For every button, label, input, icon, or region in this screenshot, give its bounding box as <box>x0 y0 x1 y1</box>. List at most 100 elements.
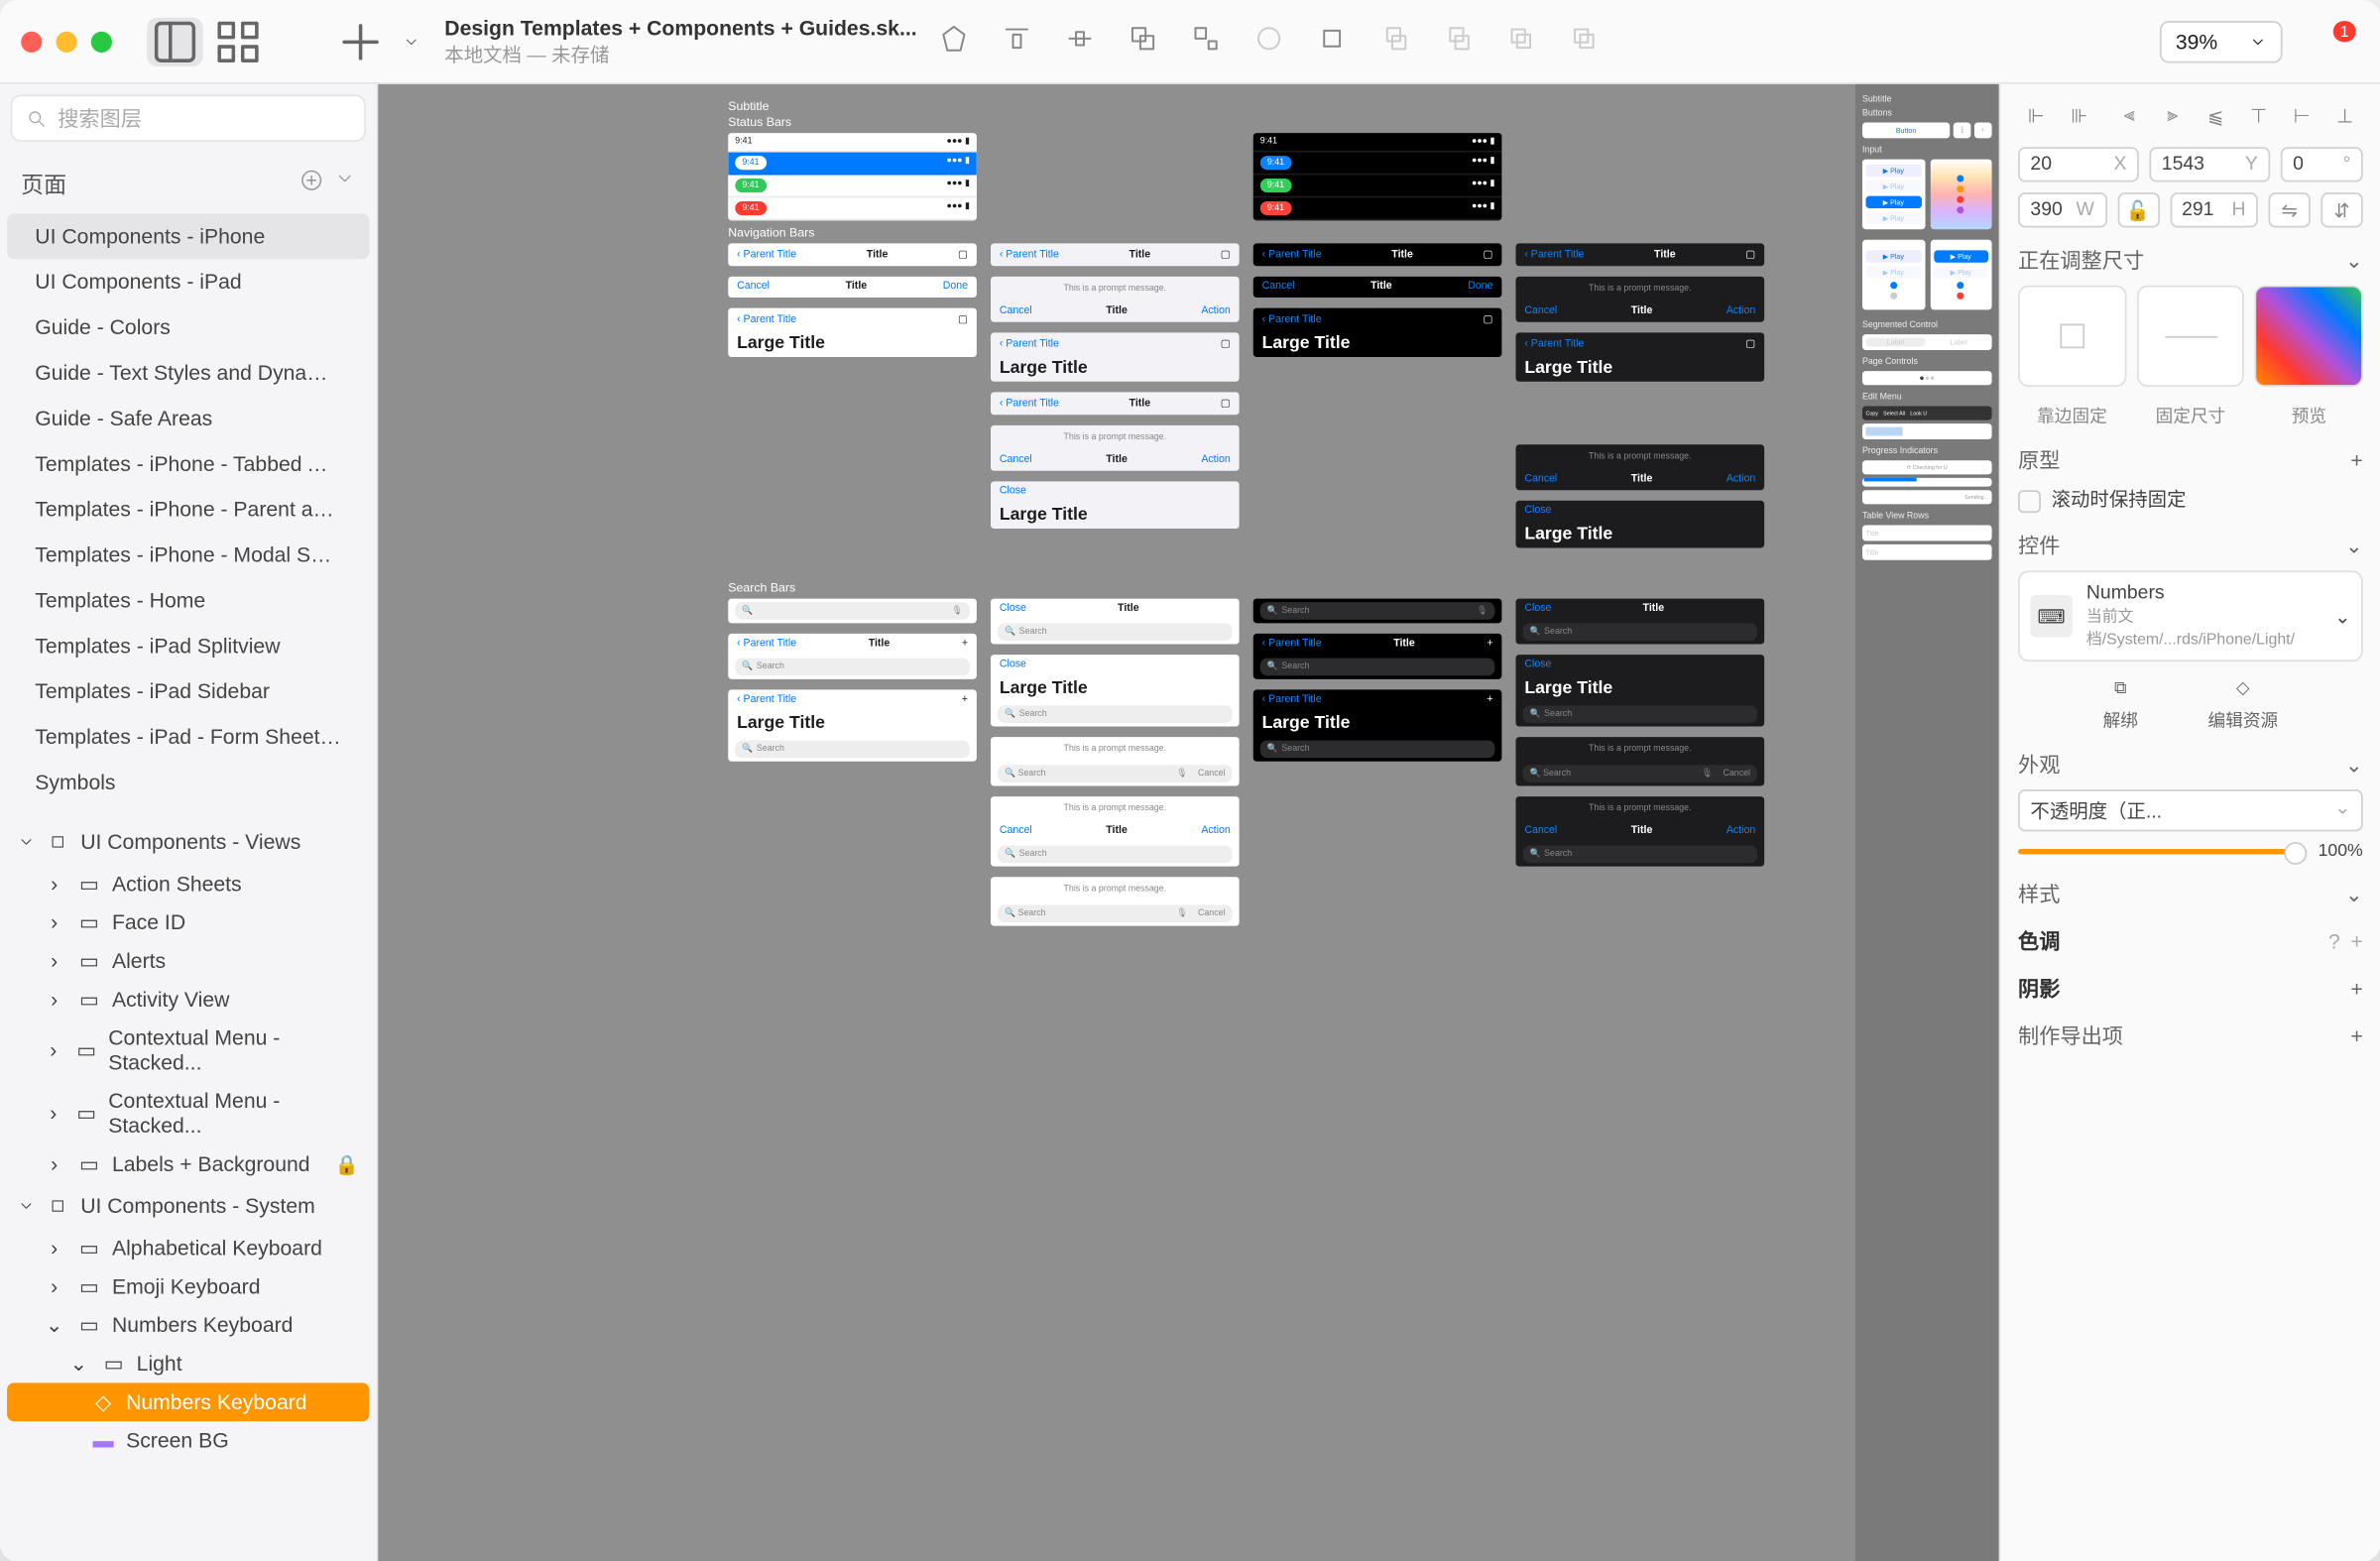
artboard-search[interactable]: This is a prompt message.CancelTitleActi… <box>991 796 1240 867</box>
align-v-mid[interactable]: ⊢ <box>2284 98 2320 133</box>
artboard-search-dark[interactable]: This is a prompt message.CancelTitleActi… <box>1515 796 1764 867</box>
chevron-down-icon[interactable]: ⌄ <box>2345 882 2363 906</box>
ungroup-icon[interactable] <box>1190 23 1222 60</box>
w-field[interactable]: 390W <box>2018 192 2106 227</box>
artboard-search[interactable]: This is a prompt message.🔍 Search🎙Cancel <box>991 737 1240 785</box>
add-page-button[interactable] <box>299 168 324 197</box>
artboard-nav[interactable]: CancelTitleDone <box>728 277 977 298</box>
artboard-nav[interactable]: ‹ Parent Title▢Large Title <box>991 332 1240 381</box>
add-button[interactable]: + <box>2350 976 2362 1001</box>
distribute-top-icon[interactable] <box>1001 23 1032 60</box>
layer-search[interactable]: 搜索图层 <box>11 94 366 142</box>
artboard-nav[interactable]: ‹ Parent TitleTitle▢ <box>728 243 977 266</box>
artboard-search-dark[interactable]: This is a prompt message.🔍 Search🎙Cancel <box>1515 737 1764 785</box>
bring-forward-icon[interactable] <box>1379 23 1411 60</box>
chevron-down-icon[interactable]: ⌄ <box>2345 533 2363 557</box>
crop-dropdown-icon[interactable] <box>1316 23 1348 60</box>
layer-group-views[interactable]: UI Components - Views <box>0 819 376 865</box>
artboard-nav[interactable]: ‹ Parent TitleTitle▢ <box>991 392 1240 415</box>
add-button[interactable]: + <box>2350 1023 2362 1048</box>
canvas[interactable]: Subtitle Status Bars 9:41●●● ▮ 9:41●●● ▮… <box>378 84 1998 1561</box>
page-item[interactable]: Templates - iPad Sidebar <box>0 668 376 714</box>
artboard-search-dark[interactable]: CloseTitle🔍 Search <box>1515 599 1764 645</box>
page-item[interactable]: Templates - iPhone - Parent and... <box>0 487 376 533</box>
layer-group-system[interactable]: UI Components - System <box>0 1183 376 1229</box>
add-button[interactable] <box>332 17 388 65</box>
artboard-nav[interactable]: This is a prompt message.CancelTitleActi… <box>991 425 1240 471</box>
lock-aspect-button[interactable]: 🔓 <box>2117 192 2159 227</box>
layer-item-expanded[interactable]: ⌄▭Numbers Keyboard <box>0 1306 376 1345</box>
group-icon[interactable] <box>1127 23 1158 60</box>
page-item[interactable]: Templates - iPhone - Tabbed App <box>0 441 376 487</box>
align-left[interactable]: ⊩ <box>2018 98 2054 133</box>
align-v-top[interactable]: ⊤ <box>2240 98 2276 133</box>
union-icon[interactable] <box>1505 23 1537 60</box>
sidebar-list-view[interactable] <box>147 17 202 65</box>
flip-h-button[interactable]: ⇋ <box>2268 192 2310 227</box>
artboard-nav[interactable]: This is a prompt message.CancelTitleActi… <box>991 277 1240 322</box>
artboard-search-dark[interactable]: ‹ Parent Title+Large Title🔍 Search <box>1253 689 1502 761</box>
align-h-left[interactable]: ⫷ <box>2111 98 2147 133</box>
page-item[interactable]: Templates - iPad Splitview <box>0 623 376 668</box>
collapse-pages-button[interactable] <box>334 168 355 197</box>
page-item[interactable]: Templates - iPhone - Modal Sheet <box>0 533 376 578</box>
artboard-nav-dark[interactable]: ‹ Parent TitleTitle▢ <box>1515 243 1764 266</box>
artboard-search[interactable]: This is a prompt message.🔍 Search🎙Cancel <box>991 877 1240 925</box>
subtract-icon[interactable] <box>1568 23 1600 60</box>
help-icon[interactable]: ? <box>2328 928 2340 953</box>
artboard-search-dark[interactable]: CloseLarge Title🔍 Search <box>1515 655 1764 726</box>
layer-item-selected[interactable]: ◇Numbers Keyboard <box>7 1382 369 1421</box>
sidebar-grid-view[interactable] <box>210 17 266 65</box>
edit-source-button[interactable]: ◇编辑资源 <box>2208 679 2279 732</box>
layer-item[interactable]: ›▭Face ID <box>0 903 376 942</box>
artboard-nav[interactable]: ‹ Parent Title▢Large Title <box>728 308 977 357</box>
artboard-search[interactable]: ‹ Parent TitleTitle+🔍 Search <box>728 634 977 679</box>
x-field[interactable]: 20X <box>2018 147 2139 181</box>
layer-item[interactable]: ›▭Labels + Background🔒 <box>0 1144 376 1183</box>
page-item[interactable]: UI Components - iPhone <box>7 213 369 259</box>
pin-edges[interactable] <box>2018 286 2126 387</box>
page-item[interactable]: Templates - Home <box>0 577 376 623</box>
page-item[interactable]: Templates - iPad - Form Sheet, Pa... <box>0 714 376 760</box>
artboard-nav-dark[interactable]: This is a prompt message.CancelTitleActi… <box>1515 277 1764 322</box>
layer-item[interactable]: ›▭Action Sheets <box>0 865 376 903</box>
artboard-nav[interactable]: CloseLarge Title <box>991 481 1240 529</box>
artboard-search-dark[interactable]: 🔍 Search 🎙 <box>1253 599 1502 624</box>
artboard-nav-dark[interactable]: ‹ Parent Title▢Large Title <box>1253 308 1502 357</box>
h-field[interactable]: 291H <box>2170 192 2258 227</box>
artboard-nav-dark[interactable]: CloseLarge Title <box>1515 501 1764 548</box>
page-item[interactable]: Guide - Text Styles and Dynamic... <box>0 350 376 396</box>
send-backward-icon[interactable] <box>1442 23 1474 60</box>
artboard-status-dark[interactable]: 9:41●●● ▮ 9:41●●● ▮ 9:41●●● ▮ 9:41●●● ▮ <box>1253 133 1502 220</box>
layer-item-leaf[interactable]: ▬Screen BG <box>0 1421 376 1460</box>
page-item[interactable]: UI Components - iPad <box>0 259 376 304</box>
shape-tool-icon[interactable] <box>938 23 970 60</box>
add-button[interactable]: + <box>2350 928 2362 953</box>
layer-item[interactable]: ›▭Activity View <box>0 980 376 1019</box>
unbind-button[interactable]: ⧉解绑 <box>2103 679 2138 732</box>
artboard-search[interactable]: CloseLarge Title🔍 Search <box>991 655 1240 726</box>
page-item[interactable]: Guide - Safe Areas <box>0 396 376 441</box>
y-field[interactable]: 1543Y <box>2149 147 2270 181</box>
add-button[interactable]: + <box>2350 447 2362 472</box>
zoom-control[interactable]: 39% <box>2160 20 2283 61</box>
rotation-field[interactable]: 0° <box>2281 147 2363 181</box>
artboard-nav[interactable]: ‹ Parent TitleTitle▢ <box>991 243 1240 266</box>
chevron-down-icon[interactable]: ⌄ <box>2345 248 2363 273</box>
artboard-nav-dark[interactable]: ‹ Parent TitleTitle▢ <box>1253 243 1502 266</box>
zoom-window-button[interactable] <box>91 31 112 52</box>
align-h-right[interactable]: ⫹ <box>2198 98 2233 133</box>
page-item[interactable]: Guide - Colors <box>0 304 376 350</box>
artboard-nav-dark[interactable]: This is a prompt message.CancelTitleActi… <box>1515 444 1764 490</box>
artboard-search[interactable]: 🔍 🎙 <box>728 599 977 624</box>
page-item[interactable]: Symbols <box>0 760 376 805</box>
minimize-window-button[interactable] <box>56 31 76 52</box>
scroll-fix-checkbox[interactable] <box>2018 489 2041 512</box>
flip-v-button[interactable]: ⇵ <box>2320 192 2362 227</box>
artboard-nav-dark[interactable]: ‹ Parent Title▢Large Title <box>1515 332 1764 381</box>
mask-icon[interactable] <box>1252 23 1284 60</box>
opacity-blend[interactable]: 不透明度（正...⌄ <box>2018 789 2363 831</box>
layer-item[interactable]: ›▭Contextual Menu - Stacked... <box>0 1082 376 1145</box>
distribute-mid-icon[interactable] <box>1064 23 1096 60</box>
chevron-down-icon[interactable]: ⌄ <box>2345 752 2363 777</box>
